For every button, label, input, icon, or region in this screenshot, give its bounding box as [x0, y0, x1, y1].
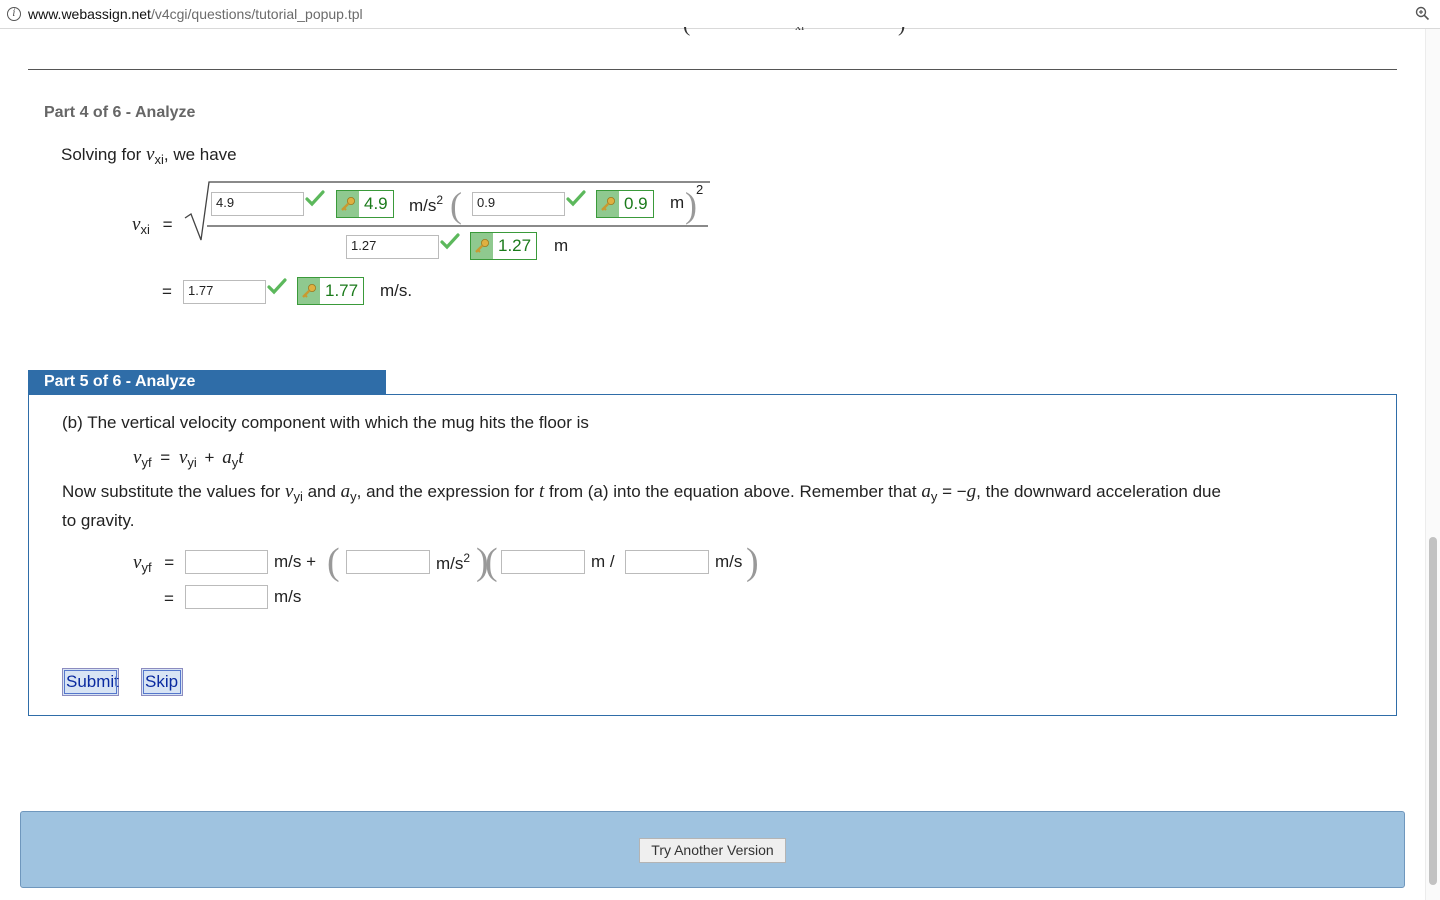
instr-g: g: [966, 481, 977, 502]
check-icon: [305, 190, 325, 207]
zoom-icon[interactable]: [1415, 6, 1430, 21]
row1-unit3: m /: [591, 552, 615, 571]
clipped-previous-equation: ( xi ): [683, 27, 913, 39]
row1-unit2-sup: 2: [463, 551, 471, 565]
lhs-sub: xi: [140, 222, 150, 237]
eq-equals: =: [160, 448, 171, 467]
ay-input[interactable]: [346, 550, 430, 574]
part5-title: Part 5 of 6 - Analyze: [44, 373, 196, 390]
row2-eq: =: [164, 589, 174, 608]
num2-key-value: 0.9: [624, 194, 648, 213]
result-eq: =: [162, 282, 172, 301]
row1-unit2-text: m/s: [436, 554, 464, 573]
check-icon: [440, 233, 460, 250]
speed-input[interactable]: [625, 550, 709, 574]
result-key-value: 1.77: [325, 281, 359, 300]
check-icon: [566, 190, 586, 207]
open-paren: (: [327, 541, 340, 583]
submit-button[interactable]: Submit: [62, 668, 119, 696]
check-icon: [267, 278, 287, 295]
close-paren: ): [746, 541, 759, 583]
outer-exponent: 2: [696, 182, 704, 197]
den-answer-key: 1.27: [470, 232, 538, 260]
part4-lhs: vxi =: [132, 214, 173, 237]
part4-title: Part 4 of 6 - Analyze: [44, 104, 196, 121]
row2-unit: m/s: [274, 587, 302, 606]
instr-c: from (a) into the equation above. Rememb…: [544, 482, 922, 501]
info-icon[interactable]: i: [7, 7, 21, 21]
instr-a: Now substitute the values for: [62, 482, 286, 501]
num1-key-value: 4.9: [364, 194, 388, 213]
num2-input[interactable]: 0.9: [472, 192, 565, 216]
key-icon: [597, 191, 619, 217]
den-key-value: 1.27: [498, 236, 532, 255]
key-icon: [337, 191, 359, 217]
instr-a-var: a: [340, 481, 351, 502]
eq-t2-var: a: [222, 447, 232, 468]
try-another-version-button[interactable]: Try Another Version: [639, 838, 786, 863]
row1-unit2: m/s2: [436, 551, 470, 574]
part5-question: (b) The vertical velocity component with…: [62, 413, 589, 432]
row1-lhs: vyf =: [133, 552, 174, 575]
row1-unit4: m/s: [715, 552, 743, 571]
row1-eq: =: [164, 553, 175, 572]
num2-answer-key: 0.9: [596, 190, 654, 218]
den-unit: m: [554, 236, 569, 255]
num1-unit-text: m/s: [409, 196, 437, 215]
row1-unit1: m/s +: [274, 552, 317, 571]
url-path: /v4cgi/questions/tutorial_popup.tpl: [150, 6, 363, 22]
instr-d: = −: [937, 482, 967, 501]
vyi-input[interactable]: [185, 550, 268, 574]
instr-a2: a: [921, 481, 931, 502]
eq-lhs-sub: yf: [141, 455, 152, 470]
instr-and: and: [302, 482, 341, 501]
skip-button[interactable]: Skip: [141, 668, 183, 696]
url-domain: www.webassign.net: [28, 6, 151, 22]
instr-v-sub: yi: [293, 489, 303, 504]
eq-t2-t: t: [238, 447, 244, 468]
instr-e: , the downward acceleration due: [976, 482, 1221, 501]
num1-answer-key: 4.9: [336, 190, 394, 218]
vyf-result-input[interactable]: [185, 585, 268, 609]
browser-address-bar[interactable]: i www.webassign.net/v4cgi/questions/tuto…: [0, 0, 1440, 29]
part5-instruction: Now substitute the values for vyi and ay…: [62, 481, 1221, 504]
scrollbar-thumb[interactable]: [1429, 537, 1437, 885]
eq-t1-sub: yi: [187, 455, 197, 470]
key-icon: [298, 278, 320, 304]
num1-unit: m/s2: [409, 193, 443, 216]
eq-plus: +: [204, 448, 215, 467]
row1-lhs-sub: yf: [141, 560, 152, 575]
open-paren: (: [485, 541, 498, 583]
intro-text: Solving for: [61, 145, 147, 164]
divider: [28, 69, 1397, 70]
num2-unit: m: [670, 193, 685, 212]
intro-after: , we have: [163, 145, 237, 164]
part5-header-tab: Part 5 of 6 - Analyze: [28, 370, 386, 394]
open-paren: (: [450, 185, 462, 225]
distance-input[interactable]: [501, 550, 585, 574]
result-answer-key: 1.77: [297, 277, 365, 305]
den-input[interactable]: 1.27: [346, 235, 439, 259]
part5-instruction-line2: to gravity.: [62, 511, 135, 530]
result-unit: m/s.: [380, 281, 413, 300]
result-input[interactable]: 1.77: [183, 280, 266, 304]
part5-equation: vyf = vyi + ayt: [133, 447, 243, 470]
part4-intro: Solving for vxi, we have: [61, 144, 237, 167]
lhs-eq: =: [162, 215, 173, 234]
instr-b: , and the expression for: [356, 482, 540, 501]
num1-unit-sup: 2: [436, 193, 444, 207]
num1-input[interactable]: 4.9: [211, 192, 304, 216]
intro-sub: xi: [154, 152, 164, 167]
key-icon: [471, 233, 493, 259]
url-text[interactable]: www.webassign.net/v4cgi/questions/tutori…: [28, 6, 363, 22]
